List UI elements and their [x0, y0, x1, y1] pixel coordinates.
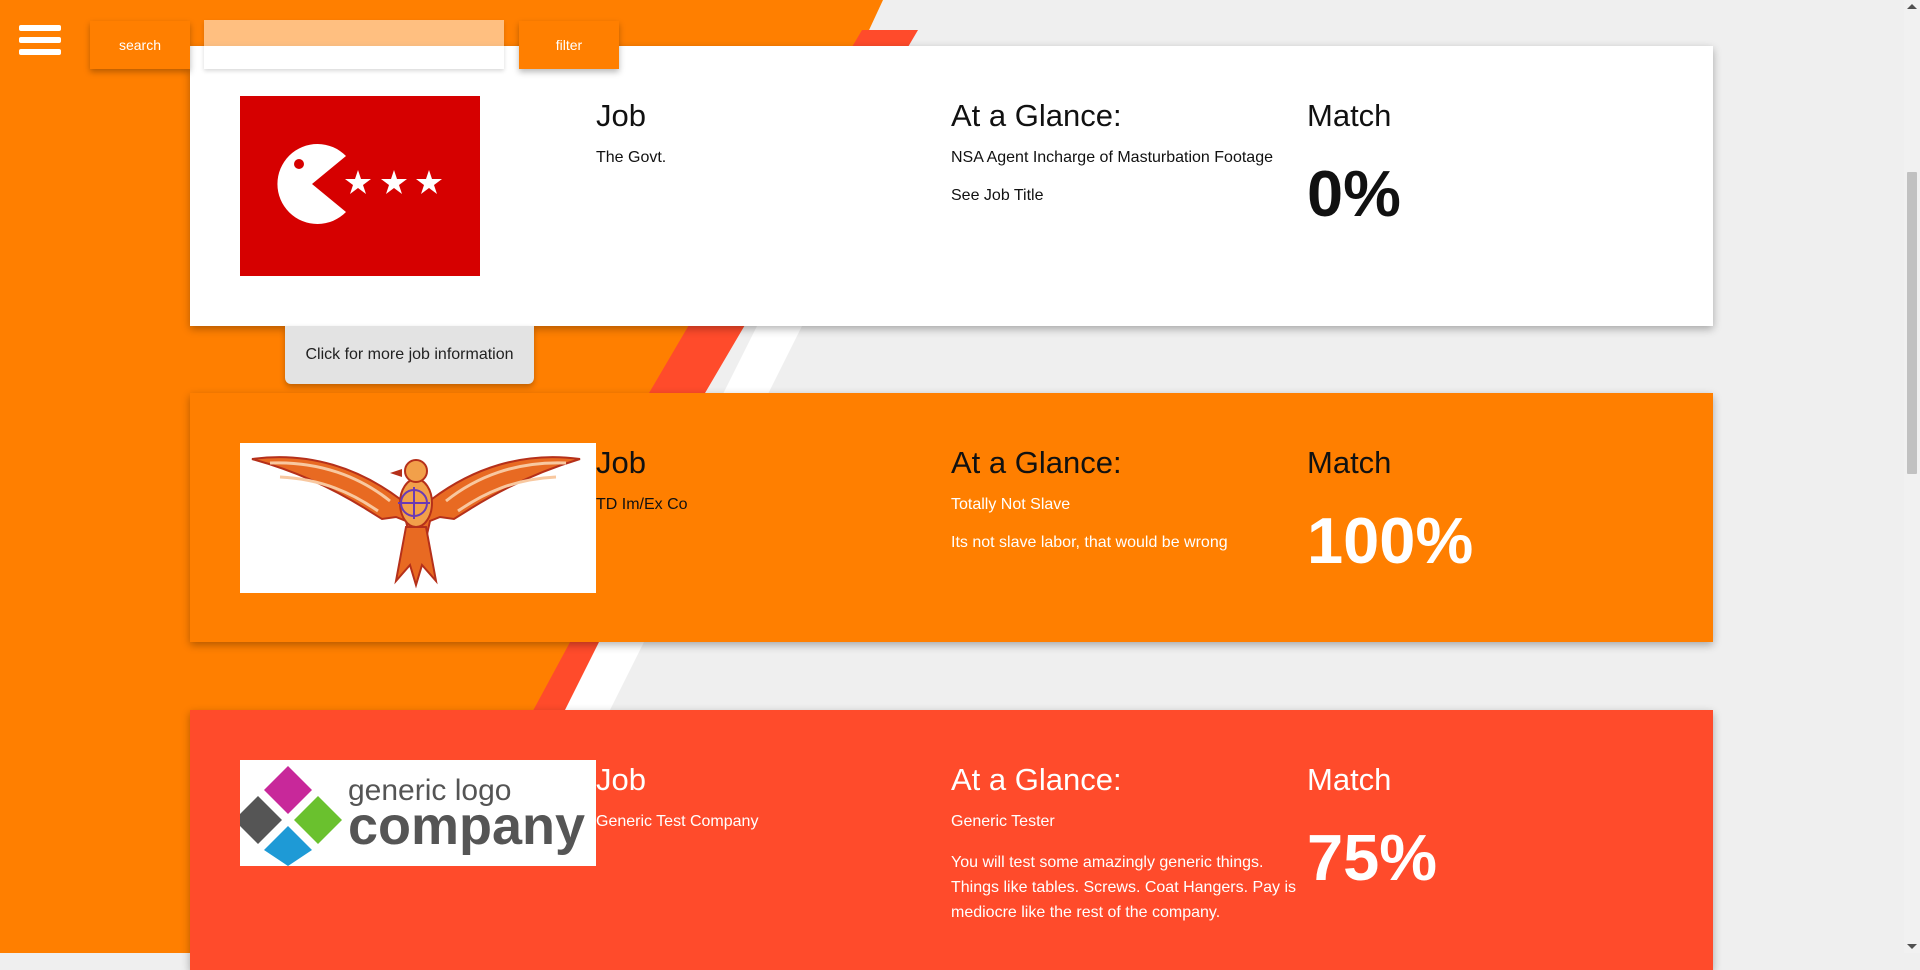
scroll-down-icon[interactable]: [1907, 944, 1917, 949]
glance-column: At a Glance: Generic Tester You will tes…: [951, 762, 1306, 925]
match-header: Match: [1307, 98, 1392, 133]
scroll-up-icon[interactable]: [1907, 4, 1917, 9]
job-description: Its not slave labor, that would be wrong: [951, 534, 1228, 551]
company-logo: [240, 443, 596, 593]
match-column: Match 75%: [1307, 762, 1437, 895]
job-card[interactable]: Job The Govt. At a Glance: NSA Agent Inc…: [190, 46, 1713, 326]
job-card[interactable]: generic logo company Job Generic Test Co…: [190, 710, 1713, 970]
job-title: NSA Agent Incharge of Masturbation Foota…: [951, 149, 1273, 166]
search-input[interactable]: [204, 20, 504, 69]
job-card[interactable]: Job TD Im/Ex Co At a Glance: Totally Not…: [190, 393, 1713, 642]
search-button[interactable]: search: [90, 21, 190, 69]
glance-header: At a Glance:: [951, 445, 1122, 480]
job-column: Job The Govt.: [596, 98, 666, 168]
match-column: Match 100%: [1307, 445, 1473, 578]
scrollbar-thumb[interactable]: [1907, 172, 1917, 474]
red-flag-pacman-icon: [240, 96, 480, 276]
job-column: Job TD Im/Ex Co: [596, 445, 688, 515]
glance-header: At a Glance:: [951, 762, 1122, 797]
filter-button[interactable]: filter: [519, 21, 619, 69]
glance-header: At a Glance:: [951, 98, 1122, 133]
match-header: Match: [1307, 445, 1392, 480]
match-header: Match: [1307, 762, 1392, 797]
more-info-button[interactable]: Click for more job information: [285, 326, 534, 384]
job-description: See Job Title: [951, 187, 1044, 204]
company-name: TD Im/Ex Co: [596, 496, 688, 513]
company-name: Generic Test Company: [596, 813, 759, 830]
job-header: Job: [596, 98, 646, 133]
job-column: Job Generic Test Company: [596, 762, 758, 832]
match-percent: 0%: [1307, 157, 1401, 230]
match-column: Match 0%: [1307, 98, 1401, 231]
job-description: You will test some amazingly generic thi…: [951, 854, 1297, 921]
logo-text-bottom: company: [348, 796, 585, 856]
company-logo: [240, 96, 480, 276]
phoenix-icon: [240, 443, 596, 593]
company-name: The Govt.: [596, 149, 667, 166]
scrollbar[interactable]: [1904, 0, 1920, 953]
job-header: Job: [596, 762, 646, 797]
match-percent: 75%: [1307, 821, 1438, 894]
hamburger-menu-icon[interactable]: [19, 25, 61, 61]
job-title: Totally Not Slave: [951, 496, 1071, 513]
job-header: Job: [596, 445, 646, 480]
company-logo: generic logo company: [240, 760, 596, 866]
glance-column: At a Glance: NSA Agent Incharge of Mastu…: [951, 98, 1306, 208]
job-title: Generic Tester: [951, 813, 1055, 830]
generic-logo-company-icon: generic logo company: [240, 760, 596, 866]
match-percent: 100%: [1307, 504, 1474, 577]
glance-column: At a Glance: Totally Not Slave Its not s…: [951, 445, 1306, 555]
